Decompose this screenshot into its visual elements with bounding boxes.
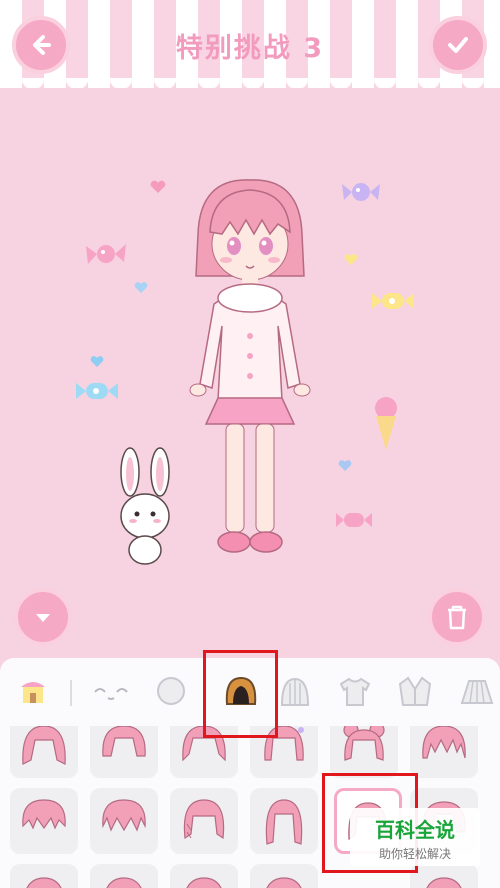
character-figure bbox=[189, 179, 311, 553]
head-icon bbox=[157, 677, 185, 705]
watermark-logo: 百科全说 助你轻松解决 bbox=[350, 808, 480, 866]
tab-divider bbox=[70, 680, 72, 706]
tab-hat[interactable] bbox=[272, 664, 318, 720]
candy-icon bbox=[86, 244, 126, 264]
hair-style-icon bbox=[343, 726, 385, 761]
shirt-icon bbox=[339, 677, 371, 706]
hair-style-icon bbox=[102, 726, 146, 757]
hair-style-icon bbox=[22, 799, 66, 830]
confirm-button[interactable] bbox=[429, 16, 487, 74]
hair-style-icon bbox=[265, 799, 303, 845]
hair-item[interactable] bbox=[410, 726, 478, 778]
heart-icon bbox=[344, 254, 358, 265]
hair-style-icon bbox=[22, 726, 66, 765]
trash-icon bbox=[448, 605, 466, 630]
hair-item[interactable] bbox=[410, 864, 478, 888]
hair-item[interactable] bbox=[250, 864, 318, 888]
jacket-icon bbox=[398, 676, 432, 706]
hair-style-icon bbox=[106, 877, 142, 888]
tab-head[interactable] bbox=[148, 664, 194, 720]
hair-style-icon bbox=[102, 799, 146, 832]
heart-icon bbox=[150, 180, 166, 193]
skirt-icon bbox=[460, 680, 494, 704]
tab-skirt[interactable] bbox=[454, 664, 500, 720]
hair-style-icon bbox=[183, 799, 225, 840]
watermark-tagline: 助你轻松解决 bbox=[378, 847, 451, 861]
hair-item[interactable] bbox=[90, 726, 158, 778]
hair-item[interactable] bbox=[10, 864, 78, 888]
chevron-down-icon bbox=[36, 614, 50, 622]
collapse-button[interactable] bbox=[14, 588, 72, 646]
tab-shop[interactable] bbox=[10, 664, 56, 720]
hair-item[interactable] bbox=[330, 726, 398, 778]
tab-jacket[interactable] bbox=[392, 664, 438, 720]
shop-icon bbox=[21, 682, 45, 703]
dressup-stage bbox=[0, 88, 500, 658]
hair-style-icon bbox=[26, 877, 62, 888]
heart-icon bbox=[338, 460, 352, 471]
tab-shirt[interactable] bbox=[332, 664, 378, 720]
hair-item[interactable] bbox=[10, 726, 78, 778]
hair-item[interactable] bbox=[250, 788, 318, 854]
hair-style-icon bbox=[266, 877, 302, 888]
hair-item[interactable] bbox=[170, 864, 238, 888]
face-icon bbox=[94, 688, 128, 700]
heart-icon bbox=[134, 282, 148, 293]
checkmark-icon bbox=[448, 37, 468, 53]
candy-icon bbox=[342, 183, 380, 201]
page-title: 特别挑战 3 bbox=[175, 33, 325, 64]
ice-cream-icon bbox=[375, 397, 397, 450]
tab-face[interactable] bbox=[88, 664, 134, 720]
hair-style-icon bbox=[186, 877, 222, 888]
watermark-brand: 百科全说 bbox=[375, 818, 455, 842]
hat-icon bbox=[280, 677, 310, 706]
trash-button[interactable] bbox=[428, 588, 486, 646]
hair-item[interactable] bbox=[10, 788, 78, 854]
highlight-hair-tab bbox=[203, 650, 278, 738]
candy-icon bbox=[336, 513, 372, 527]
hair-style-icon bbox=[426, 877, 462, 888]
hair-style-icon bbox=[422, 726, 466, 759]
candy-icon bbox=[372, 293, 414, 309]
hair-item[interactable] bbox=[90, 864, 158, 888]
candy-icon bbox=[76, 383, 118, 399]
hair-item[interactable] bbox=[170, 788, 238, 854]
hair-item[interactable] bbox=[90, 788, 158, 854]
heart-icon bbox=[90, 356, 104, 367]
